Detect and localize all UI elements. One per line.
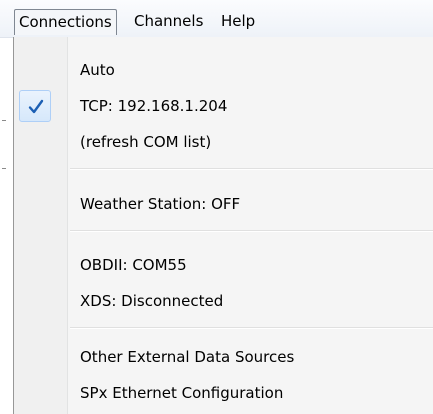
menu-connections[interactable]: Connections [14, 9, 117, 35]
menu-item-other-external-data-sources[interactable]: Other External Data Sources [68, 339, 433, 375]
menu-item-label: XDS: Disconnected [80, 292, 224, 310]
menu-separator [70, 230, 433, 232]
menu-item-weather-station[interactable]: Weather Station: OFF [68, 186, 433, 222]
check-icon [28, 99, 44, 114]
menu-item-tcp[interactable]: TCP: 192.168.1.204 [68, 88, 433, 124]
menu-separator [70, 168, 433, 170]
menu-item-xds[interactable]: XDS: Disconnected [68, 283, 433, 319]
menu-item-label: Auto [80, 61, 115, 79]
menu-bar: Connections Channels Help [0, 0, 433, 38]
menu-channels[interactable]: Channels [134, 9, 203, 35]
menu-separator [70, 327, 433, 329]
menu-item-spx-ethernet-configuration[interactable]: SPx Ethernet Configuration [68, 375, 433, 411]
connections-dropdown: Auto TCP: 192.168.1.204 (refresh COM lis… [13, 37, 433, 414]
menu-item-label: (refresh COM list) [80, 133, 212, 151]
menu-help[interactable]: Help [221, 9, 255, 35]
window-edge-mark [2, 168, 6, 169]
checked-indicator [19, 90, 51, 122]
menu-item-label: Other External Data Sources [80, 348, 295, 366]
menu-item-label: SPx Ethernet Configuration [80, 384, 284, 402]
menu-item-refresh-com-list[interactable]: (refresh COM list) [68, 124, 433, 160]
menu-item-label: TCP: 192.168.1.204 [80, 97, 228, 115]
menu-item-obdii[interactable]: OBDII: COM55 [68, 247, 433, 283]
menu-item-label: OBDII: COM55 [80, 256, 187, 274]
menu-item-auto[interactable]: Auto [68, 52, 433, 88]
menu-item-label: Weather Station: OFF [80, 195, 241, 213]
window-edge-mark [2, 120, 6, 121]
